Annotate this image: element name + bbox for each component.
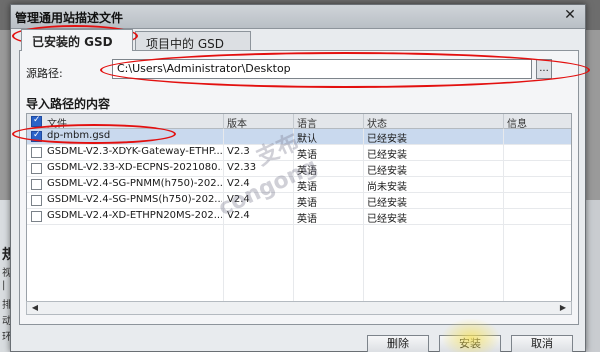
table-row[interactable]: GSDML-V2.3-XDYK-Gateway-ETHP... V2.3 英语 … <box>27 145 571 161</box>
install-button[interactable]: 安装 <box>439 335 501 352</box>
delete-button[interactable]: 删除 <box>367 335 429 352</box>
file-language: 英语 <box>297 150 317 161</box>
cancel-button[interactable]: 取消 <box>511 335 573 352</box>
file-language: 英语 <box>297 166 317 177</box>
tab-installed-gsd[interactable]: 已安装的 GSD <box>21 29 133 51</box>
table-row[interactable]: GSDML-V2.33-XD-ECPNS-2021080... V2.33 英语… <box>27 161 571 177</box>
row-checkbox[interactable] <box>31 147 42 158</box>
column-gridline <box>363 129 364 302</box>
file-name: GSDML-V2.4-SG-PNMM(h750)-202... <box>47 178 222 189</box>
column-header-file[interactable]: 文件 <box>47 115 67 130</box>
column-header-version[interactable]: 版本 <box>227 115 247 130</box>
tab-project-gsd[interactable]: 项目中的 GSD <box>135 31 251 51</box>
file-status: 已经安装 <box>367 134 407 145</box>
column-header-info[interactable]: 信息 <box>507 115 527 130</box>
dialog-titlebar[interactable]: 管理通用站描述文件 ✕ <box>11 5 585 29</box>
column-gridline <box>293 129 294 302</box>
row-checkbox[interactable] <box>31 130 42 142</box>
file-version: V2.33 <box>227 162 257 173</box>
row-checkbox[interactable] <box>31 163 42 174</box>
table-row[interactable]: GSDML-V2.4-SG-PNMM(h750)-202... V2.4 英语 … <box>27 177 571 193</box>
column-divider[interactable] <box>363 114 364 129</box>
column-gridline <box>503 129 504 302</box>
import-content-title: 导入路径的内容 <box>26 97 111 111</box>
column-divider[interactable] <box>293 114 294 129</box>
file-version: V2.3 <box>227 146 250 157</box>
file-language: 英语 <box>297 214 317 225</box>
browse-button[interactable]: ... <box>536 59 552 79</box>
file-name: GSDML-V2.33-XD-ECPNS-2021080... <box>47 162 222 173</box>
tab-panel: 源路径: C:\Users\Administrator\Desktop ... … <box>19 50 579 325</box>
file-language: 默认 <box>297 134 317 145</box>
table-row[interactable]: GSDML-V2.4-XD-ETHPN20MS-202... V2.4 英语 已… <box>27 209 571 225</box>
file-language: 英语 <box>297 182 317 193</box>
select-all-checkbox[interactable] <box>31 115 42 127</box>
source-path-label: 源路径: <box>26 67 63 80</box>
background-glyph: | <box>2 280 6 291</box>
horizontal-scrollbar[interactable]: ◀ ▶ <box>26 301 572 315</box>
file-version: V2.4 <box>227 178 250 189</box>
file-version: V2.4 <box>227 194 250 205</box>
column-divider[interactable] <box>223 114 224 129</box>
close-icon[interactable]: ✕ <box>561 8 579 25</box>
column-divider[interactable] <box>503 114 504 129</box>
file-status: 已经安装 <box>367 150 407 161</box>
tab-strip: 已安装的 GSD 项目中的 GSD <box>19 29 579 51</box>
table-row[interactable]: GSDML-V2.4-SG-PNMS(h750)-202... V2.4 英语 … <box>27 193 571 209</box>
column-header-status[interactable]: 状态 <box>367 115 387 130</box>
scroll-left-icon[interactable]: ◀ <box>28 302 42 314</box>
file-status: 已经安装 <box>367 166 407 177</box>
file-status: 已经安装 <box>367 214 407 225</box>
file-version: V2.4 <box>227 210 250 221</box>
dialog-title: 管理通用站描述文件 <box>15 11 124 25</box>
source-path-input[interactable]: C:\Users\Administrator\Desktop <box>112 59 532 79</box>
file-status: 尚未安装 <box>367 182 407 193</box>
manage-gsd-dialog: 管理通用站描述文件 ✕ 已安装的 GSD 项目中的 GSD 源路径: C:\Us… <box>10 4 586 352</box>
row-checkbox[interactable] <box>31 211 42 222</box>
file-name: GSDML-V2.4-XD-ETHPN20MS-202... <box>47 210 222 221</box>
table-header: 文件 版本 语言 状态 信息 <box>27 114 571 130</box>
file-status: 已经安装 <box>367 198 407 209</box>
column-gridline <box>223 129 224 302</box>
row-checkbox[interactable] <box>31 179 42 190</box>
gsd-file-table: 文件 版本 语言 状态 信息 dp-mbm.gsd 默认 已经安装 G <box>26 113 572 303</box>
file-name: dp-mbm.gsd <box>47 130 111 141</box>
scroll-right-icon[interactable]: ▶ <box>556 302 570 314</box>
column-header-language[interactable]: 语言 <box>297 115 317 130</box>
file-name: GSDML-V2.3-XDYK-Gateway-ETHP... <box>47 146 222 157</box>
row-checkbox[interactable] <box>31 195 42 206</box>
file-name: GSDML-V2.4-SG-PNMS(h750)-202... <box>47 194 222 205</box>
file-language: 英语 <box>297 198 317 209</box>
table-row[interactable]: dp-mbm.gsd 默认 已经安装 <box>27 129 571 145</box>
